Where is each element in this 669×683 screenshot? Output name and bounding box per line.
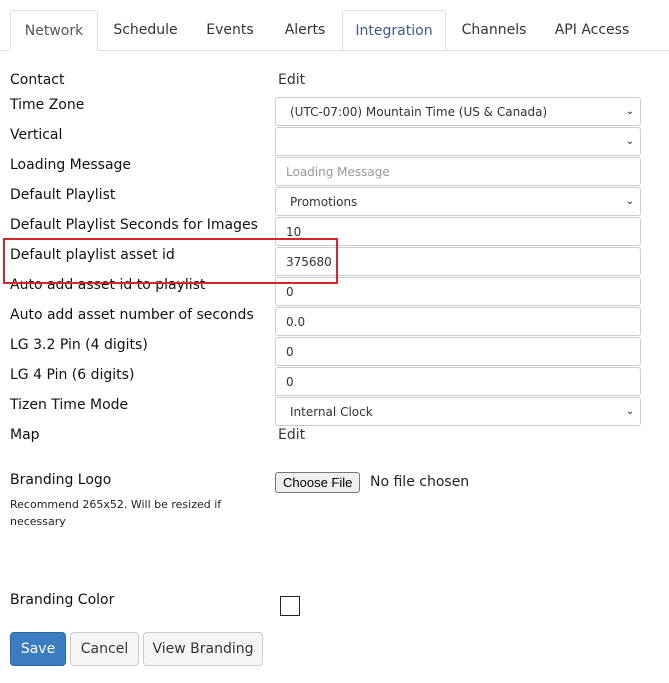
- tab-events[interactable]: Events: [196, 10, 264, 50]
- default-playlist-value: Promotions: [290, 194, 358, 209]
- contact-edit-link[interactable]: Edit: [278, 72, 305, 88]
- tizen-time-mode-label: Tizen Time Mode: [10, 397, 129, 413]
- tab-integration[interactable]: Integration: [342, 10, 446, 50]
- map-label: Map: [10, 427, 40, 443]
- chevron-down-icon: ⌄: [625, 136, 635, 147]
- time-zone-label: Time Zone: [10, 97, 85, 113]
- tab-network[interactable]: Network: [10, 10, 98, 51]
- vertical-select[interactable]: ⌄: [275, 127, 641, 156]
- contact-label: Contact: [10, 72, 65, 88]
- chevron-down-icon: ⌄: [625, 406, 635, 417]
- loading-message-label: Loading Message: [10, 157, 132, 173]
- time-zone-value: (UTC-07:00) Mountain Time (US & Canada): [290, 104, 548, 119]
- branding-logo-label: Branding Logo: [10, 472, 112, 488]
- tizen-time-mode-select[interactable]: Internal Clock ⌄: [275, 397, 641, 426]
- tizen-time-mode-value: Internal Clock: [290, 404, 373, 419]
- tab-channels[interactable]: Channels: [452, 10, 536, 50]
- auto-add-asset-seconds-input[interactable]: [275, 307, 641, 336]
- branding-logo-hint: Recommend 265x52. Will be resized if nec…: [10, 498, 222, 528]
- branding-color-swatch[interactable]: [280, 596, 300, 616]
- tab-alerts[interactable]: Alerts: [272, 10, 338, 50]
- default-playlist-seconds-input[interactable]: [275, 217, 641, 246]
- vertical-label: Vertical: [10, 127, 63, 143]
- cancel-button[interactable]: Cancel: [70, 632, 139, 666]
- file-status-text: No file chosen: [370, 474, 470, 490]
- default-playlist-asset-id-input[interactable]: [275, 247, 641, 276]
- chevron-down-icon: ⌄: [625, 106, 635, 117]
- loading-message-input[interactable]: [275, 157, 641, 186]
- auto-add-asset-id-input[interactable]: [275, 277, 641, 306]
- default-playlist-asset-id-label: Default playlist asset id: [10, 247, 175, 263]
- tab-bar: Network Schedule Events Alerts Integrati…: [0, 10, 669, 51]
- branding-color-label: Branding Color: [10, 592, 115, 608]
- default-playlist-select[interactable]: Promotions ⌄: [275, 187, 641, 216]
- chevron-down-icon: ⌄: [625, 196, 635, 207]
- map-edit-link[interactable]: Edit: [278, 427, 305, 443]
- lg4-pin-label: LG 4 Pin (6 digits): [10, 367, 135, 383]
- lg4-pin-input[interactable]: [275, 367, 641, 396]
- lg32-pin-label: LG 3.2 Pin (4 digits): [10, 337, 148, 353]
- default-playlist-label: Default Playlist: [10, 187, 116, 203]
- time-zone-select[interactable]: (UTC-07:00) Mountain Time (US & Canada) …: [275, 97, 641, 126]
- auto-add-asset-seconds-label: Auto add asset number of seconds: [10, 307, 254, 323]
- default-playlist-seconds-label: Default Playlist Seconds for Images: [10, 217, 258, 233]
- tab-api-access[interactable]: API Access: [546, 10, 638, 50]
- view-branding-button[interactable]: View Branding: [143, 632, 263, 666]
- lg32-pin-input[interactable]: [275, 337, 641, 366]
- choose-file-button[interactable]: Choose File: [275, 472, 361, 493]
- tab-schedule[interactable]: Schedule: [103, 10, 188, 50]
- auto-add-asset-id-label: Auto add asset id to playlist: [10, 277, 206, 293]
- save-button[interactable]: Save: [10, 632, 66, 666]
